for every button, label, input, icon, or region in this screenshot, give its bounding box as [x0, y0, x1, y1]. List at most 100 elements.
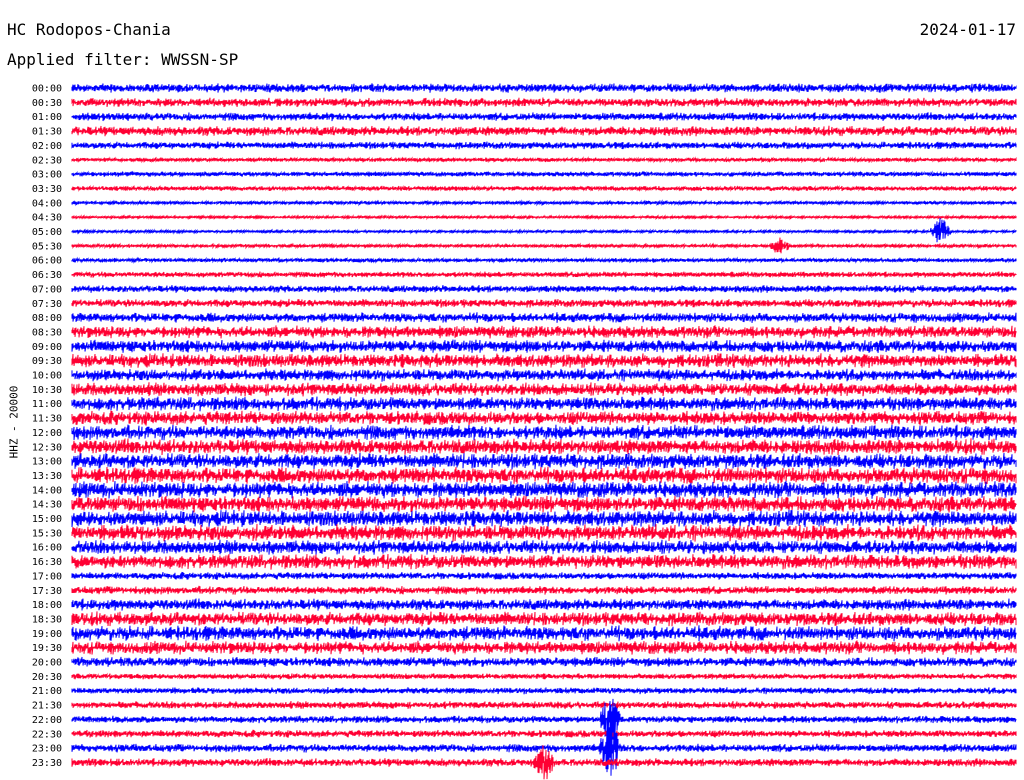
row-time-label: 16:30	[32, 557, 62, 568]
row-time-label: 03:00	[32, 170, 62, 181]
filter-value: WWSSN-SP	[161, 50, 239, 69]
seismic-trace-1700	[71, 571, 1017, 581]
row-time-label: 06:30	[32, 270, 62, 281]
row-time-label: 12:30	[32, 442, 62, 453]
row-time-label: 11:30	[32, 414, 62, 425]
seismic-trace-0200	[71, 141, 1017, 150]
seismic-trace-1200	[71, 424, 1017, 441]
row-time-label: 06:00	[32, 256, 62, 267]
seismic-trace-0000	[71, 83, 1017, 93]
seismic-trace-0030	[71, 97, 1017, 108]
row-time-label: 19:00	[32, 629, 62, 640]
row-time-label: 22:30	[32, 729, 62, 740]
row-time-label: 07:00	[32, 284, 62, 295]
row-time-label: 14:00	[32, 485, 62, 496]
row-time-label: 09:00	[32, 342, 62, 353]
station-title: HC Rodopos-Chania	[7, 20, 171, 39]
seismic-trace-0100	[71, 112, 1017, 122]
row-time-label: 03:30	[32, 184, 62, 195]
seismic-trace-0600	[71, 256, 1017, 264]
row-time-label: 04:30	[32, 213, 62, 224]
row-time-label: 17:00	[32, 571, 62, 582]
seismic-trace-0500	[71, 217, 1017, 243]
row-time-label: 18:30	[32, 614, 62, 625]
seismic-trace-0530	[71, 237, 1017, 254]
seismic-trace-0330	[71, 184, 1017, 193]
seismic-trace-1600	[71, 539, 1017, 555]
seismic-trace-1030	[71, 382, 1017, 397]
row-time-label: 20:00	[32, 658, 62, 669]
seismic-trace-1900	[71, 625, 1017, 642]
row-time-label: 02:30	[32, 155, 62, 166]
row-time-label: 02:00	[32, 141, 62, 152]
row-time-label: 09:30	[32, 356, 62, 367]
seismic-trace-0700	[71, 284, 1017, 293]
helicorder-plot: 00:00 00:30 01:00 01:30 02:00 02:30 03:00 03:30…	[32, 83, 1017, 780]
filter-label: Applied filter:	[7, 50, 152, 69]
row-time-label: 04:00	[32, 198, 62, 209]
seismic-trace-0800	[71, 312, 1017, 323]
seismic-trace-1130	[71, 410, 1017, 426]
row-time-label: 21:30	[32, 701, 62, 712]
filter-info: Applied filter: WWSSN-SP	[7, 50, 238, 69]
seismic-trace-2000	[71, 656, 1017, 667]
seismic-trace-1100	[71, 396, 1017, 412]
row-time-label: 01:00	[32, 112, 62, 123]
seismic-trace-2030	[71, 672, 1017, 681]
seismic-trace-1430	[71, 495, 1017, 513]
row-time-label: 23:00	[32, 744, 62, 755]
seismic-trace-0230	[71, 156, 1017, 164]
seismic-trace-0730	[71, 298, 1017, 308]
seismic-trace-1800	[71, 598, 1017, 611]
seismic-trace-1930	[71, 640, 1017, 655]
row-time-label: 23:30	[32, 758, 62, 769]
seismic-trace-0900	[71, 339, 1017, 354]
seismic-trace-1230	[71, 438, 1017, 456]
seismic-trace-1630	[71, 553, 1017, 570]
row-time-label: 10:30	[32, 385, 62, 396]
seismic-trace-1500	[71, 509, 1017, 528]
row-time-label: 19:30	[32, 643, 62, 654]
seismic-trace-0300	[71, 170, 1017, 178]
row-time-label: 00:30	[32, 98, 62, 109]
row-time-label: 08:00	[32, 313, 62, 324]
row-time-label: 12:00	[32, 428, 62, 439]
seismic-trace-1000	[71, 368, 1017, 382]
row-time-label: 05:30	[32, 241, 62, 252]
seismic-trace-1830	[71, 611, 1017, 627]
record-date: 2024-01-17	[919, 20, 1016, 39]
seismic-trace-2100	[71, 687, 1017, 695]
row-time-label: 07:30	[32, 299, 62, 310]
seismic-trace-2130	[71, 701, 1017, 710]
channel-label: HHZ - 20000	[7, 385, 21, 459]
seismic-trace-0630	[71, 270, 1017, 279]
row-time-label: 20:30	[32, 672, 62, 683]
row-time-label: 18:00	[32, 600, 62, 611]
row-time-label: 16:00	[32, 543, 62, 554]
seismic-trace-2230	[71, 729, 1017, 738]
seismic-trace-1330	[71, 466, 1017, 485]
seismic-trace-0930	[71, 353, 1017, 369]
row-time-label: 11:00	[32, 399, 62, 410]
row-time-label: 01:30	[32, 127, 62, 138]
row-time-label: 15:30	[32, 528, 62, 539]
seismic-trace-1300	[71, 452, 1017, 470]
seismic-trace-0400	[71, 199, 1017, 207]
seismic-trace-1400	[71, 480, 1017, 499]
row-time-label: 13:30	[32, 471, 62, 482]
seismic-trace-1730	[71, 585, 1017, 595]
row-time-label: 05:00	[32, 227, 62, 238]
seismic-trace-1530	[71, 523, 1017, 542]
row-time-label: 21:00	[32, 686, 62, 697]
row-time-label: 17:30	[32, 586, 62, 597]
seismic-trace-0430	[71, 213, 1017, 221]
row-time-label: 14:30	[32, 500, 62, 511]
row-time-label: 22:00	[32, 715, 62, 726]
row-time-label: 15:00	[32, 514, 62, 525]
row-time-label: 08:30	[32, 327, 62, 338]
seismic-trace-0830	[71, 325, 1017, 339]
row-time-label: 13:00	[32, 457, 62, 468]
seismic-trace-0130	[71, 125, 1017, 137]
row-time-label: 10:00	[32, 371, 62, 382]
row-time-label: 00:00	[32, 84, 62, 95]
